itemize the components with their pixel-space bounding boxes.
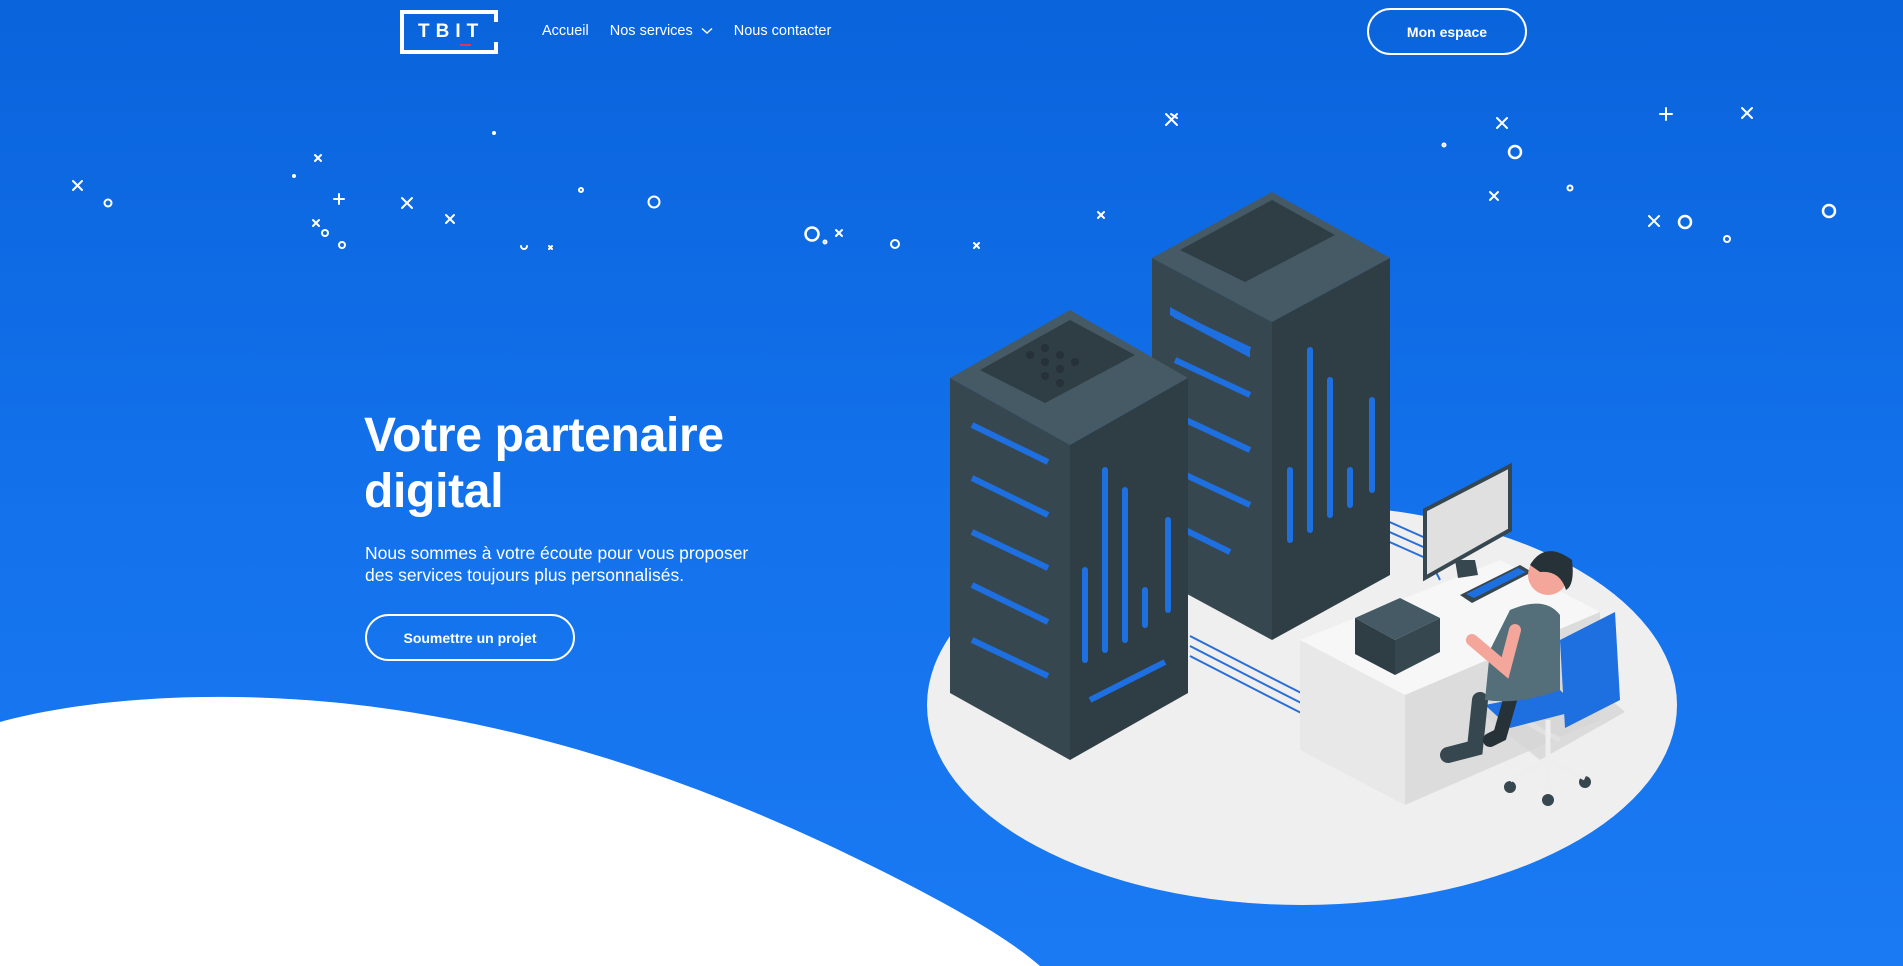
tbit-logo[interactable]: TBIT (400, 10, 498, 54)
nav-link-contact[interactable]: Nous contacter (734, 23, 832, 39)
nav-link-label: Accueil (542, 23, 589, 39)
nav-link-label: Nos services (609, 23, 693, 39)
server-room-illustration (927, 192, 1677, 905)
chevron-down-icon (701, 27, 713, 34)
top-navigation: TBIT Accueil Nos services Nous contacter… (0, 0, 1903, 64)
hero-subtitle: Nous sommes à votre écoute pour vous pro… (365, 543, 749, 585)
nav-link-accueil[interactable]: Accueil (542, 23, 589, 39)
nav-link-label: Nous contacter (733, 23, 832, 39)
nav-links: Accueil Nos services Nous contacter (542, 23, 852, 39)
hero-title: Votre partenaire digital (364, 409, 724, 518)
logo-text: TBIT (418, 21, 485, 42)
submit-project-button[interactable]: Soumettre un projet (365, 614, 575, 661)
account-button[interactable]: Mon espace (1367, 8, 1527, 55)
logo-accent-mark (460, 44, 471, 46)
nav-link-services[interactable]: Nos services (610, 23, 713, 39)
